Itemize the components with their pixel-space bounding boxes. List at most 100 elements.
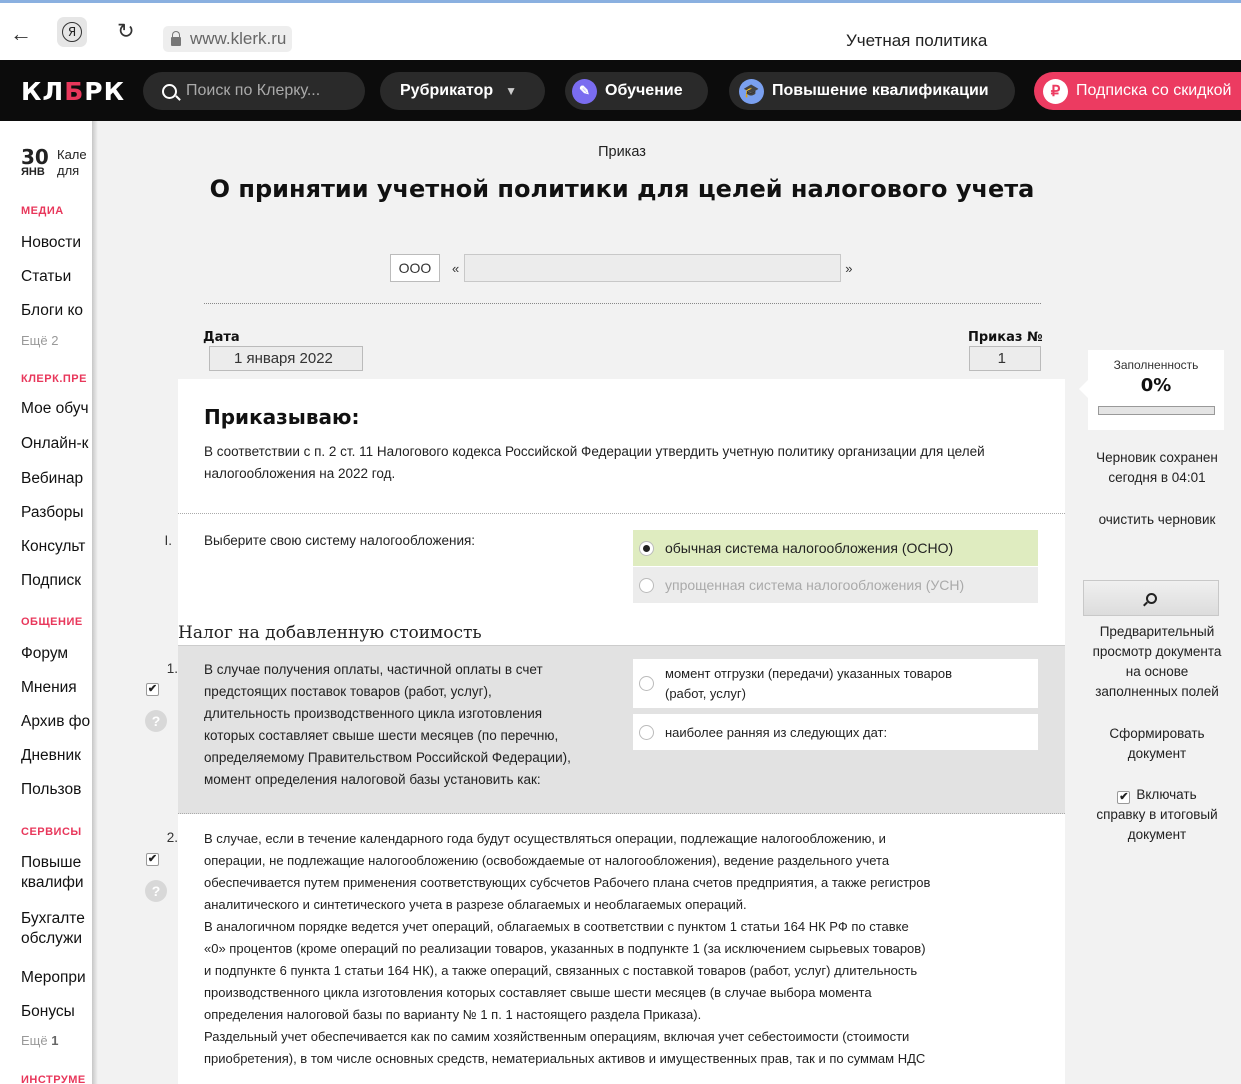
fill-label: Заполненность bbox=[1113, 358, 1199, 372]
tax-system-question: Выберите свою систему налогообложения: bbox=[204, 533, 476, 548]
chevron-down-icon: ▼ bbox=[505, 84, 518, 98]
sidebar-section-services: СЕРВИСЫ bbox=[21, 826, 82, 838]
sidebar-section-klerk-pro: КЛЕРК.ПРЕ bbox=[21, 373, 87, 385]
sidebar-item-opinions[interactable]: Мнения bbox=[21, 677, 77, 698]
option-shipment-moment[interactable]: момент отгрузки (передачи) указанных тов… bbox=[633, 659, 1038, 708]
fill-percent: 0% bbox=[1140, 375, 1172, 396]
item-1-checkbox[interactable]: ✔ bbox=[146, 683, 159, 696]
item-number: 2. bbox=[166, 830, 178, 845]
document-title: О принятии учетной политики для целей на… bbox=[209, 175, 1035, 203]
sidebar-item-my-education[interactable]: Мое обуч bbox=[21, 398, 89, 419]
search-icon bbox=[162, 83, 177, 99]
divider bbox=[178, 813, 1065, 814]
sidebar-item-qualification[interactable]: Повыше квалифи bbox=[21, 853, 92, 893]
quote-close: » bbox=[845, 260, 853, 276]
sidebar-item-blogs[interactable]: Блоги ко bbox=[21, 300, 83, 321]
education-label: Обучение bbox=[605, 82, 683, 99]
divider bbox=[204, 303, 1041, 304]
fill-progress-card: Заполненность 0% bbox=[1079, 350, 1224, 430]
help-icon[interactable]: ? bbox=[145, 880, 167, 902]
org-name-input[interactable] bbox=[464, 254, 842, 282]
order-body-card: Приказываю: В соответствии с п. 2 ст. 11… bbox=[145, 379, 1065, 1084]
include-reference-option[interactable]: ✔ Включать справку в итоговый документ bbox=[1082, 785, 1232, 845]
sidebar-item-online[interactable]: Онлайн-к bbox=[21, 433, 88, 454]
option-earliest-date[interactable]: наиболее ранняя из следующих дат: bbox=[633, 714, 1038, 750]
sidebar-item-reviews[interactable]: Разборы bbox=[21, 502, 83, 523]
org-type-select[interactable]: ООО bbox=[390, 254, 440, 282]
sidebar-item-news[interactable]: Новости bbox=[21, 232, 81, 253]
document-type: Приказ bbox=[598, 144, 646, 160]
subscription-button[interactable]: ₽ Подписка со скидкой bbox=[1034, 72, 1241, 110]
radio-icon bbox=[639, 577, 654, 593]
calendar-text: Кале для bbox=[57, 147, 87, 178]
sidebar-section-tools: ИНСТРУМЕ bbox=[21, 1074, 86, 1084]
sidebar-item-consulting[interactable]: Консульт bbox=[21, 536, 85, 557]
fill-progress-bar bbox=[1098, 406, 1215, 415]
option-usn[interactable]: упрощенная система налогообложения (УСН) bbox=[633, 567, 1038, 603]
order-heading: Приказываю: bbox=[204, 405, 360, 429]
order-number-input[interactable]: 1 bbox=[969, 346, 1041, 371]
organization-row: ООО « » bbox=[390, 254, 852, 282]
preview-button[interactable] bbox=[1083, 580, 1219, 616]
qualification-button[interactable]: 🎓 Повышение квалификации bbox=[729, 72, 1015, 110]
sidebar-item-users[interactable]: Пользов bbox=[21, 779, 81, 800]
rubricator-button[interactable]: Рубрикатор ▼ bbox=[380, 72, 545, 110]
generate-document-link[interactable]: Сформировать документ bbox=[1082, 724, 1232, 764]
url-text: www.klerk.ru bbox=[190, 29, 287, 48]
quote-open: « bbox=[452, 260, 460, 276]
sidebar-more-media[interactable]: Ещё 2 bbox=[21, 333, 58, 348]
order-text: В соответствии с п. 2 ст. 11 Налогового … bbox=[204, 444, 985, 481]
sidebar-item-forum-archive[interactable]: Архив фо bbox=[21, 711, 90, 732]
sidebar-item-diary[interactable]: Дневник bbox=[21, 745, 81, 766]
calendar-widget[interactable]: 30 ЯНВ Кале для bbox=[21, 145, 87, 178]
radio-icon bbox=[639, 540, 654, 556]
reload-icon[interactable]: ↻ bbox=[117, 19, 135, 43]
sidebar-item-accounting-service[interactable]: Бухгалте обслужи bbox=[21, 909, 92, 949]
document-panel: Приказ О принятии учетной политики для ц… bbox=[92, 121, 1241, 1084]
tab-title: Учетная политика bbox=[846, 31, 988, 50]
calendar-month: ЯНВ bbox=[21, 166, 45, 178]
option-label: момент отгрузки (передачи) указанных тов… bbox=[665, 665, 953, 701]
preview-caption: Предварительный просмотр документа на ос… bbox=[1092, 624, 1222, 699]
sidebar-item-bonuses[interactable]: Бонусы bbox=[21, 1001, 75, 1022]
address-bar[interactable]: www.klerk.ru bbox=[163, 26, 293, 52]
option-osno[interactable]: обычная система налогообложения (ОСНО) bbox=[633, 530, 1038, 566]
education-button[interactable]: ✎ Обучение bbox=[565, 72, 708, 110]
option-label: обычная система налогообложения (ОСНО) bbox=[665, 540, 954, 556]
yandex-button[interactable]: Я bbox=[57, 17, 87, 47]
site-header: КЛБРК Поиск по Клерку... Рубрикатор ▼ ✎ … bbox=[0, 60, 1241, 121]
order-number-label: Приказ № bbox=[968, 330, 1043, 345]
item-1-text: В случае получения оплаты, частичной опл… bbox=[204, 662, 571, 787]
sidebar-item-subscription[interactable]: Подписк bbox=[21, 570, 81, 591]
rubricator-label: Рубрикатор bbox=[400, 82, 494, 99]
include-reference-checkbox[interactable]: ✔ bbox=[1117, 791, 1131, 804]
sidebar-section-community: ОБЩЕНИЕ bbox=[21, 616, 83, 628]
klerk-logo[interactable]: КЛБРК bbox=[21, 77, 125, 106]
search-input[interactable]: Поиск по Клерку... bbox=[143, 72, 365, 110]
sidebar-item-articles[interactable]: Статьи bbox=[21, 266, 71, 287]
item-2-checkbox[interactable]: ✔ bbox=[146, 853, 159, 866]
draft-saved-status: Черновик сохранен сегодня в 04:01 bbox=[1096, 450, 1218, 485]
option-label: упрощенная система налогообложения (УСН) bbox=[665, 577, 965, 593]
magnifier-icon bbox=[1145, 592, 1157, 604]
graduation-cap-icon: 🎓 bbox=[739, 78, 764, 104]
sidebar-item-webinars[interactable]: Вебинар bbox=[21, 468, 83, 489]
sidebar-item-events[interactable]: Меропри bbox=[21, 967, 86, 988]
clear-draft-link[interactable]: очистить черновик bbox=[1082, 510, 1232, 530]
browser-toolbar: ← Я ↻ www.klerk.ru Учетная политика bbox=[0, 3, 1241, 60]
education-icon: ✎ bbox=[572, 78, 597, 104]
item-1-block: 1. ✔ ? В случае получения оплаты, частич… bbox=[145, 646, 1065, 814]
option-label: наиболее ранняя из следующих дат: bbox=[665, 724, 888, 740]
back-arrow-icon[interactable]: ← bbox=[10, 21, 32, 47]
sidebar-item-forum[interactable]: Форум bbox=[21, 643, 68, 664]
left-sidebar: 30 ЯНВ Кале для МЕДИА Новости Статьи Блог… bbox=[0, 121, 92, 1084]
lock-icon bbox=[171, 30, 181, 46]
question-number: I. bbox=[164, 533, 172, 548]
help-icon[interactable]: ? bbox=[145, 710, 167, 732]
sidebar-more-services[interactable]: Ещё 1 bbox=[21, 1033, 58, 1048]
date-input[interactable]: 1 января 2022 bbox=[209, 346, 363, 371]
divider bbox=[178, 513, 1065, 514]
radio-icon bbox=[639, 724, 654, 740]
subscription-label: Подписка со скидкой bbox=[1076, 82, 1232, 99]
item-number: 1. bbox=[166, 661, 178, 676]
